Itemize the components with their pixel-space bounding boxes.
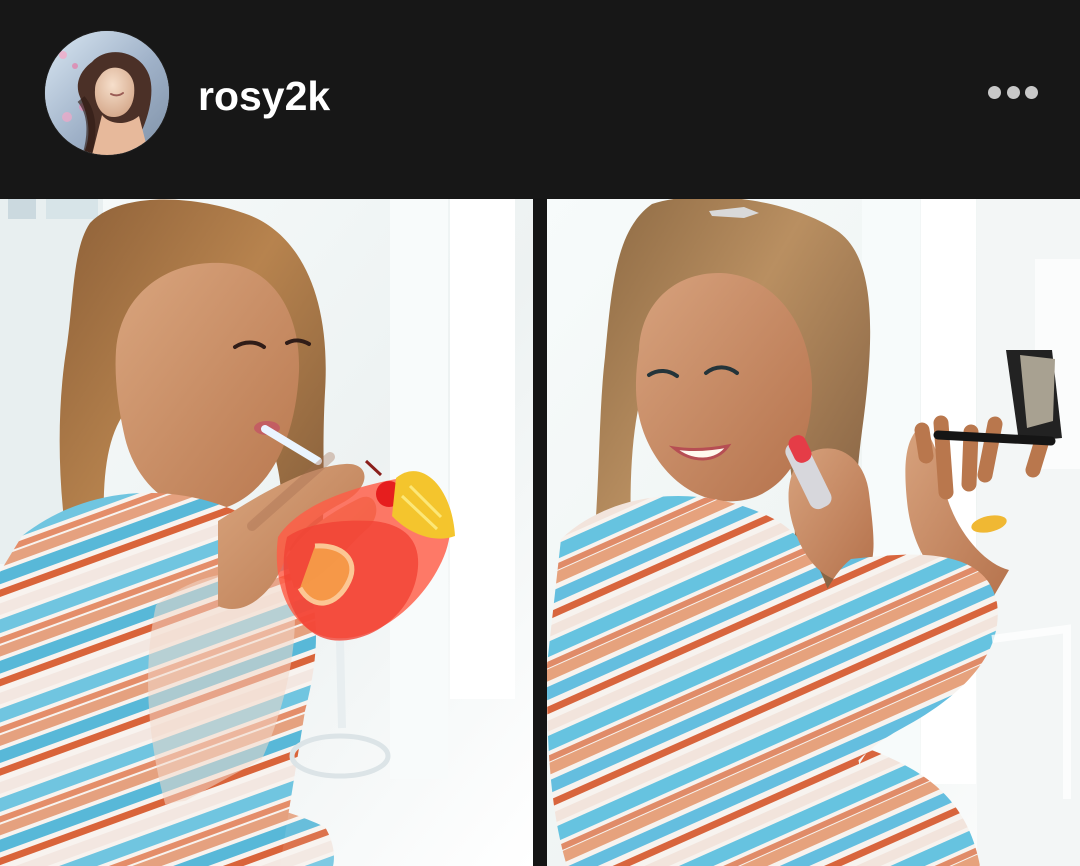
more-options-button[interactable] <box>988 78 1038 106</box>
post-header: rosy2k <box>0 0 1080 198</box>
gallery-divider <box>533 199 547 866</box>
instagram-post-view: rosy2k <box>0 0 1080 866</box>
more-horizontal-icon <box>988 85 1001 99</box>
more-horizontal-icon <box>1025 85 1038 99</box>
post-photo-drinking-cocktail[interactable] <box>0 199 533 866</box>
cocktail-photo-image <box>0 199 533 866</box>
post-username[interactable]: rosy2k <box>198 72 330 120</box>
profile-avatar[interactable] <box>45 31 169 155</box>
post-image-gallery <box>0 199 1080 866</box>
more-horizontal-icon <box>1006 85 1020 99</box>
post-photo-holding-lipstick[interactable] <box>547 199 1080 866</box>
lipstick-photo-image <box>547 199 1080 866</box>
avatar-image <box>45 31 169 155</box>
